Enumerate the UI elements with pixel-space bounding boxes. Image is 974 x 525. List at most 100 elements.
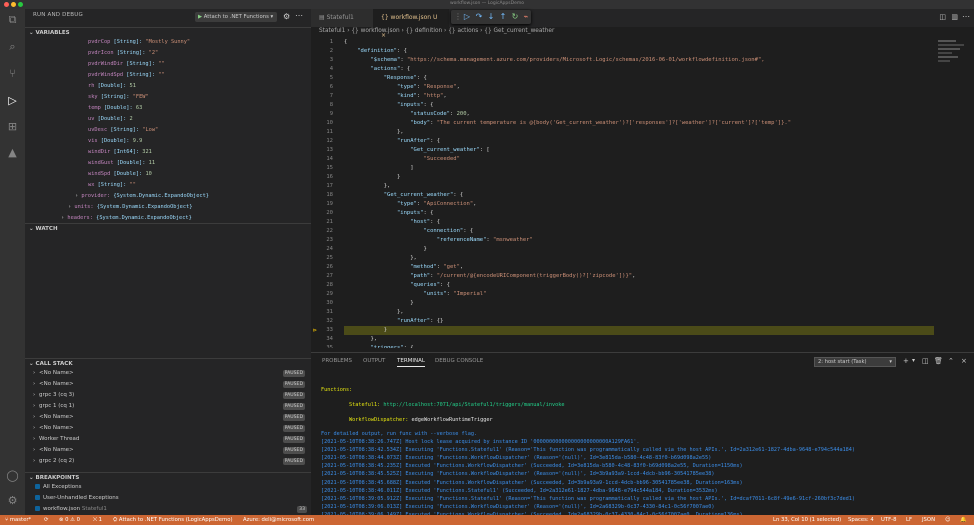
variable-row[interactable]: pvdrWindSpd [String]: "" <box>88 71 165 80</box>
variable-row[interactable]: uv [Double]: 2 <box>88 115 133 124</box>
object-row[interactable]: › headers: {System.Dynamic.ExpandoObject… <box>61 214 192 223</box>
debug-sessions-indicator[interactable]: ⛌ 1 <box>93 515 102 525</box>
variable-row[interactable]: windDir [Int64]: 321 <box>88 148 152 157</box>
code-line[interactable]: "$schema": "https://schema.management.az… <box>344 56 765 65</box>
chevron-right-icon[interactable]: › <box>33 434 35 445</box>
chevron-right-icon[interactable]: › <box>33 401 35 412</box>
encoding[interactable]: UTF-8 <box>881 515 896 525</box>
chevron-right-icon[interactable]: › <box>33 390 35 401</box>
close-panel-icon[interactable]: × <box>961 357 967 365</box>
problems-indicator[interactable]: ⊗ 0 ⚠ 0 <box>59 515 80 525</box>
start-debug-icon[interactable]: ▶ <box>198 14 202 20</box>
variable-row[interactable]: rh [Double]: 51 <box>88 82 136 91</box>
new-terminal-dropdown-icon[interactable]: ▾ <box>912 357 915 364</box>
code-line[interactable]: }, <box>344 308 404 317</box>
run-debug-icon[interactable]: ▷ <box>6 94 19 107</box>
code-line[interactable]: }, <box>344 128 404 137</box>
chevron-right-icon[interactable]: › <box>61 215 64 221</box>
tab-terminal[interactable]: TERMINAL <box>397 358 425 367</box>
call-stack-thread[interactable]: › Worker Thread PAUSED <box>25 434 311 445</box>
tab-workflow-json[interactable]: {} workflow.json U × <box>373 9 449 39</box>
layout-icon[interactable]: ▥ <box>951 13 958 21</box>
branch-indicator[interactable]: ⑂ master* <box>5 515 31 525</box>
search-icon[interactable]: ⌕ <box>6 40 19 53</box>
code-line[interactable]: }, <box>344 182 391 191</box>
debug-config-select[interactable]: ▶ Attach to .NET Functions ▾ <box>195 12 277 22</box>
code-line[interactable]: "queries": { <box>344 281 450 290</box>
code-view[interactable]: ⊳ 1{2 "definition": {3 "$schema": "https… <box>311 38 974 348</box>
chevron-right-icon[interactable]: › <box>33 423 35 434</box>
kill-terminal-icon[interactable]: 🗑 <box>934 357 943 365</box>
call-stack-thread[interactable]: › <No Name> PAUSED <box>25 379 311 390</box>
chevron-right-icon[interactable]: › <box>68 204 71 210</box>
editor-more-icon[interactable]: ⋯ <box>962 12 970 21</box>
variable-row[interactable]: uvDesc [String]: "Low" <box>88 126 158 135</box>
settings-gear-icon-debug[interactable]: ⚙ <box>283 12 290 21</box>
code-line[interactable]: "path": "/current/@{encodeURIComponent(t… <box>344 272 635 281</box>
code-line[interactable]: "host": { <box>344 218 440 227</box>
code-line[interactable]: "Get_current_weather": [ <box>344 146 489 155</box>
disconnect-icon[interactable]: ⌁ <box>521 12 531 22</box>
code-line[interactable]: "units": "Imperial" <box>344 290 486 299</box>
code-line[interactable]: "referenceName": "msnweather" <box>344 236 533 245</box>
terminal-select[interactable]: 2: host start (Task) ▾ <box>814 357 896 367</box>
continue-icon[interactable]: ▷ <box>462 12 472 22</box>
variable-row[interactable]: pvdrIcon [String]: "2" <box>88 49 158 58</box>
code-line[interactable]: "kind": "http", <box>344 92 447 101</box>
tab-stateful1[interactable]: ▤ Stateful1 <box>311 9 373 27</box>
code-line[interactable]: ] <box>344 164 413 173</box>
tab-debug-console[interactable]: DEBUG CONSOLE <box>435 358 483 364</box>
chevron-right-icon[interactable]: › <box>33 379 35 390</box>
object-row[interactable]: › units: {System.Dynamic.ExpandoObject} <box>68 203 192 212</box>
code-line[interactable]: { <box>344 38 347 47</box>
variable-row[interactable]: windGust [Double]: 11 <box>88 159 155 168</box>
code-line[interactable]: }, <box>344 254 417 263</box>
variables-section-header[interactable]: ⌄ VARIABLES <box>25 27 311 37</box>
checkbox-icon[interactable] <box>35 506 40 511</box>
breakpoint-all-exceptions[interactable]: All Exceptions <box>35 482 82 493</box>
code-line[interactable]: "type": "ApiConnection", <box>344 200 476 209</box>
code-line[interactable]: "type": "Response", <box>344 83 460 92</box>
chevron-right-icon[interactable]: › <box>33 456 35 467</box>
call-stack-thread[interactable]: › <No Name> PAUSED <box>25 423 311 434</box>
code-line[interactable]: "method": "get", <box>344 263 463 272</box>
chevron-right-icon[interactable]: › <box>33 412 35 423</box>
code-line[interactable]: }, <box>344 335 377 344</box>
variable-row[interactable]: temp [Double]: 63 <box>88 104 142 113</box>
maximize-panel-icon[interactable]: ⌃ <box>948 357 954 365</box>
code-line[interactable]: "actions": { <box>344 65 411 74</box>
more-actions-icon[interactable]: ⋯ <box>295 11 303 20</box>
azure-account[interactable]: Azure: deli@microsoft.com <box>243 515 314 525</box>
object-row[interactable]: › provider: {System.Dynamic.ExpandoObjec… <box>75 192 209 201</box>
variable-row[interactable]: sky [String]: "FEW" <box>88 93 149 102</box>
code-line[interactable]: } <box>344 245 426 254</box>
explorer-icon[interactable]: ⧉ <box>6 13 19 26</box>
step-out-icon[interactable]: ↑ <box>498 12 508 22</box>
breakpoints-section-header[interactable]: ⌄ BREAKPOINTS <box>25 472 311 482</box>
call-stack-section-header[interactable]: ⌄ CALL STACK <box>25 358 311 368</box>
new-terminal-icon[interactable]: + <box>903 357 909 365</box>
language-mode[interactable]: JSON <box>922 515 935 525</box>
tab-problems[interactable]: PROBLEMS <box>322 358 352 364</box>
chevron-right-icon[interactable]: › <box>75 193 78 199</box>
code-line[interactable]: "runAfter": { <box>344 137 440 146</box>
code-line[interactable]: "triggers": { <box>344 344 414 348</box>
account-icon[interactable]: ◯ <box>6 469 19 482</box>
code-line[interactable]: "inputs": { <box>344 209 433 218</box>
call-stack-thread[interactable]: › grpc 1 (cq 1) PAUSED <box>25 401 311 412</box>
code-line[interactable]: } <box>344 299 413 308</box>
call-stack-thread[interactable]: › grpc 2 (cq 2) PAUSED <box>25 456 311 467</box>
variable-row[interactable]: vis [Double]: 9.9 <box>88 137 142 146</box>
variable-row[interactable]: pvdrCop [String]: "Mostly Sunny" <box>88 38 190 47</box>
checkbox-icon[interactable] <box>35 484 40 489</box>
breakpoint-workflow-json[interactable]: workflow.json Stateful1 33 <box>35 504 307 515</box>
variable-row[interactable]: wx [String]: "" <box>88 181 136 190</box>
variable-row[interactable]: pvdrWindDir [String]: "" <box>88 60 165 69</box>
breadcrumb[interactable]: Stateful1 › {} workflow.json › {} defini… <box>319 28 554 34</box>
azure-icon[interactable]: ▲ <box>6 146 19 159</box>
launch-config-indicator[interactable]: ⛭ Attach to .NET Functions (LogicAppsDem… <box>113 515 233 525</box>
eol[interactable]: LF <box>906 515 912 525</box>
settings-gear-icon[interactable]: ⚙ <box>6 494 19 507</box>
code-line[interactable]: "Response": { <box>344 74 427 83</box>
code-line[interactable]: "inputs": { <box>344 101 433 110</box>
